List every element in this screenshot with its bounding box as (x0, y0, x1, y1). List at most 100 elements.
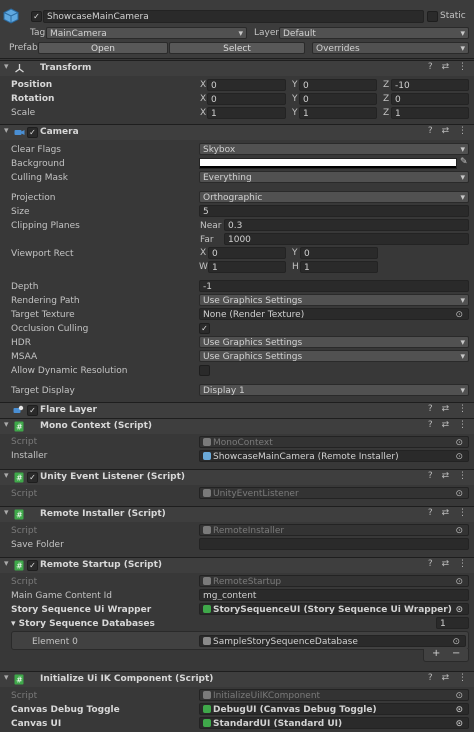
foldout-icon[interactable]: ▾ (4, 508, 9, 518)
pos-y-field[interactable]: 0 (299, 79, 377, 91)
pos-z-field[interactable]: -10 (391, 79, 469, 91)
foldout-icon[interactable]: ▾ (4, 62, 9, 72)
scl-y-field[interactable]: 1 (299, 107, 377, 119)
depth-field[interactable]: -1 (199, 280, 469, 292)
target-texture-field[interactable]: None (Render Texture) ⊙ (199, 308, 469, 320)
background-color-field[interactable] (199, 158, 457, 169)
viewport-w-field[interactable]: 1 (208, 261, 286, 273)
unity-event-listener-header[interactable]: ▾ # ✓ Unity Event Listener (Script) ? ⇄ … (0, 469, 474, 485)
component-header-icons[interactable]: ? ⇄ ⋮ (428, 508, 470, 518)
menu-icon: ⋮ (458, 62, 470, 72)
component-header-icons[interactable]: ? ⇄ ⋮ (428, 673, 470, 683)
object-picker-icon[interactable]: ⊙ (455, 604, 463, 614)
add-element-button[interactable]: + (432, 648, 440, 659)
object-picker-icon[interactable]: ⊙ (455, 704, 463, 714)
static-checkbox[interactable] (427, 11, 438, 22)
rendering-path-dropdown[interactable]: Use Graphics Settings (199, 294, 469, 306)
flare-layer-checkbox[interactable]: ✓ (27, 405, 38, 416)
component-header-icons[interactable]: ? ⇄ ⋮ (428, 126, 470, 136)
hdr-dropdown[interactable]: Use Graphics Settings (199, 336, 469, 348)
prefab-select-button[interactable]: Select (169, 42, 305, 54)
pos-y-label[interactable]: Y (292, 79, 298, 91)
camera-header[interactable]: ▾ ✓ Camera ? ⇄ ⋮ (0, 124, 474, 140)
occlusion-culling-checkbox[interactable]: ✓ (199, 323, 210, 334)
near-field[interactable]: 0.3 (224, 219, 469, 231)
component-header-icons[interactable]: ? ⇄ ⋮ (428, 420, 470, 430)
svg-text:#: # (16, 562, 23, 571)
viewport-y-field[interactable]: 0 (300, 247, 378, 259)
rot-y-field[interactable]: 0 (299, 93, 377, 105)
remote-startup-checkbox[interactable]: ✓ (27, 560, 38, 571)
scl-x-label[interactable]: X (200, 107, 206, 119)
object-picker-icon[interactable]: ⊙ (455, 451, 463, 461)
viewport-h-label[interactable]: H (292, 261, 299, 273)
element0-field[interactable]: SampleStorySequenceDatabase ⊙ (199, 635, 466, 647)
viewport-x-label[interactable]: X (200, 247, 206, 259)
object-picker-icon[interactable]: ⊙ (452, 636, 460, 646)
rot-x-field[interactable]: 0 (207, 93, 286, 105)
foldout-icon[interactable]: ▾ (11, 619, 16, 629)
scl-x-field[interactable]: 1 (207, 107, 286, 119)
remove-element-button[interactable]: − (452, 648, 460, 659)
camera-enabled-checkbox[interactable]: ✓ (27, 127, 38, 138)
viewport-y-label[interactable]: Y (292, 247, 298, 259)
canvas-ui-field[interactable]: StandardUI (Standard UI) ⊙ (199, 717, 469, 729)
prefab-overrides-dropdown[interactable]: Overrides (312, 42, 469, 54)
story-databases-count[interactable]: 1 (436, 617, 469, 629)
projection-dropdown[interactable]: Orthographic (199, 191, 469, 203)
viewport-h-field[interactable]: 1 (300, 261, 378, 273)
far-field[interactable]: 1000 (224, 233, 469, 245)
scl-y-label[interactable]: Y (292, 107, 298, 119)
rot-z-field[interactable]: 0 (391, 93, 469, 105)
size-field[interactable]: 5 (199, 205, 469, 217)
mono-context-header[interactable]: ▾ # Mono Context (Script) ? ⇄ ⋮ (0, 418, 474, 434)
foldout-icon[interactable]: ▾ (4, 471, 9, 481)
clear-flags-dropdown[interactable]: Skybox (199, 143, 469, 155)
active-checkbox[interactable]: ✓ (31, 11, 42, 22)
canvas-debug-toggle-field[interactable]: DebugUI (Canvas Debug Toggle) ⊙ (199, 703, 469, 715)
component-header-icons[interactable]: ? ⇄ ⋮ (428, 404, 470, 414)
prefab-open-button[interactable]: Open (38, 42, 168, 54)
scl-z-label[interactable]: Z (383, 107, 389, 119)
pos-z-label[interactable]: Z (383, 79, 389, 91)
gameobject-name-input[interactable]: ShowcaseMainCamera (43, 10, 424, 23)
object-picker-icon[interactable]: ⊙ (455, 309, 463, 319)
far-label[interactable]: Far (200, 234, 214, 246)
remote-installer-header[interactable]: ▾ # Remote Installer (Script) ? ⇄ ⋮ (0, 506, 474, 522)
component-header-icons[interactable]: ? ⇄ ⋮ (428, 559, 470, 569)
foldout-icon[interactable]: ▾ (4, 673, 9, 683)
scl-z-field[interactable]: 1 (391, 107, 469, 119)
target-display-dropdown[interactable]: Display 1 (199, 384, 469, 396)
rot-z-label[interactable]: Z (383, 93, 389, 105)
component-header-icons[interactable]: ? ⇄ ⋮ (428, 471, 470, 481)
transform-header[interactable]: ▾ Transform ? ⇄ ⋮ (0, 60, 474, 76)
dynamic-resolution-checkbox[interactable] (199, 365, 210, 376)
pos-x-field[interactable]: 0 (207, 79, 286, 91)
near-label[interactable]: Near (200, 220, 222, 232)
rot-y-label[interactable]: Y (292, 93, 298, 105)
object-picker-icon[interactable]: ⊙ (455, 718, 463, 728)
save-folder-field[interactable] (199, 538, 469, 550)
tag-dropdown[interactable]: MainCamera (46, 27, 247, 39)
main-game-content-field[interactable]: mg_content (199, 589, 469, 601)
story-wrapper-field[interactable]: StorySequenceUI (Story Sequence Ui Wrapp… (199, 603, 469, 615)
eyedropper-icon[interactable]: ✎ (460, 157, 468, 167)
story-databases-label[interactable]: ▾ Story Sequence Databases (11, 618, 155, 630)
installer-field[interactable]: ShowcaseMainCamera (Remote Installer) ⊙ (199, 450, 469, 462)
pos-x-label[interactable]: X (200, 79, 206, 91)
svg-text:#: # (16, 676, 23, 685)
rot-x-label[interactable]: X (200, 93, 206, 105)
msaa-dropdown[interactable]: Use Graphics Settings (199, 350, 469, 362)
culling-mask-dropdown[interactable]: Everything (199, 171, 469, 183)
viewport-x-field[interactable]: 0 (208, 247, 286, 259)
ik-component-header[interactable]: ▾ # Initialize Ui IK Component (Script) … (0, 671, 474, 687)
component-header-icons[interactable]: ? ⇄ ⋮ (428, 62, 470, 72)
viewport-w-label[interactable]: W (199, 261, 208, 273)
foldout-icon[interactable]: ▾ (4, 126, 9, 136)
foldout-icon[interactable]: ▾ (4, 420, 9, 430)
foldout-icon[interactable]: ▾ (4, 559, 9, 569)
flare-layer-header[interactable]: ✓ Flare Layer ? ⇄ ⋮ (0, 402, 474, 418)
remote-startup-header[interactable]: ▾ # ✓ Remote Startup (Script) ? ⇄ ⋮ (0, 557, 474, 573)
layer-dropdown[interactable]: Default (279, 27, 469, 39)
unity-event-listener-checkbox[interactable]: ✓ (27, 472, 38, 483)
